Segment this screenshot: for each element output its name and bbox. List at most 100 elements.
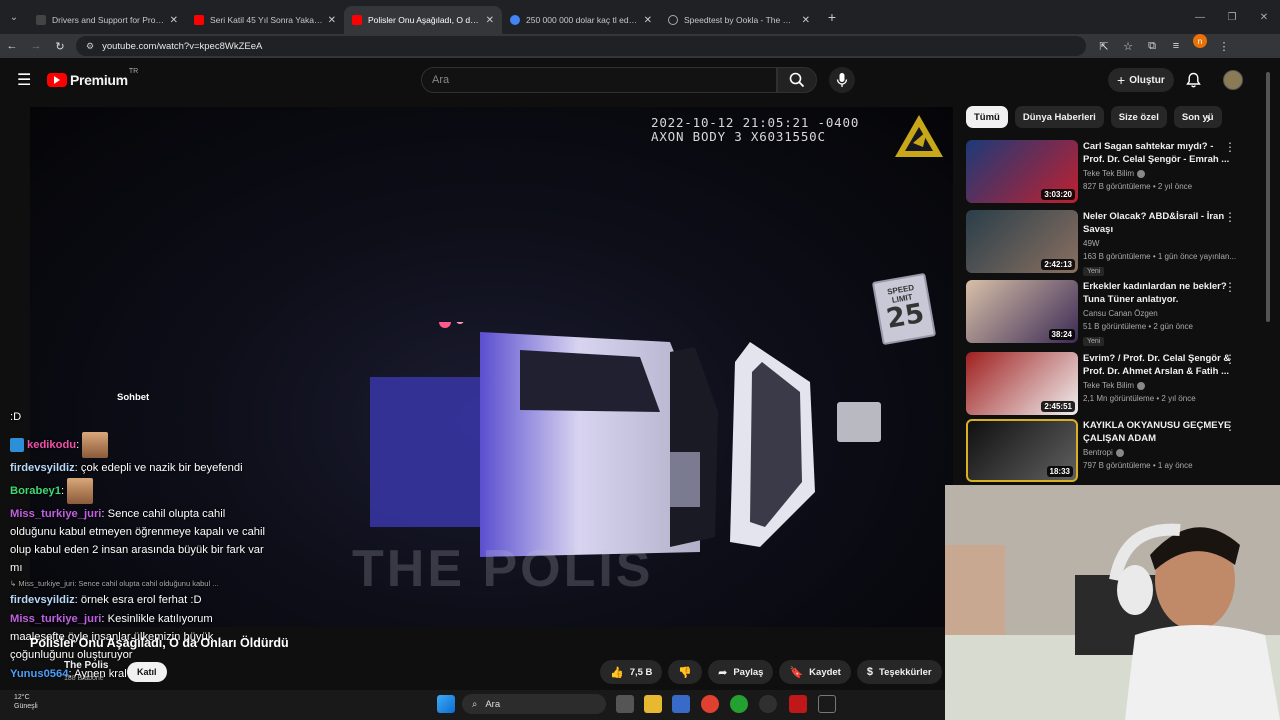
chip-recent[interactable]: Son yü [1173, 106, 1222, 128]
search-input[interactable]: Ara [421, 67, 777, 93]
channel-name: Cansu Canan Özgen [1083, 309, 1158, 318]
youtube-premium-logo[interactable]: Premium TR [47, 68, 138, 88]
account-avatar[interactable] [1223, 70, 1243, 90]
new-badge: Yeni [1083, 267, 1105, 276]
like-count: 7,5 B [629, 666, 653, 678]
video-duration: 18:33 [1046, 466, 1073, 477]
hamburger-menu-icon[interactable]: ☰ [17, 70, 33, 90]
more-options-icon[interactable]: ⋮ [1224, 280, 1236, 294]
verified-icon [1115, 448, 1124, 457]
menu-icon[interactable]: ⋮ [1212, 34, 1236, 58]
channel-name[interactable]: The Polis [64, 660, 108, 671]
taskbar-search[interactable]: ⌕ Ara [462, 694, 606, 714]
recommended-video[interactable]: 2:45:51 Evrim? / Prof. Dr. Celal Şengör … [966, 352, 1262, 416]
app-icon[interactable] [818, 695, 836, 713]
windows-start-icon[interactable] [437, 695, 455, 713]
sidebar-scrollbar[interactable] [1266, 72, 1270, 322]
recommended-video[interactable]: 18:33 KAYIKLA OKYANUSU GEÇMEYE ÇALIŞAN A… [966, 419, 1262, 483]
chrome-icon[interactable] [701, 695, 719, 713]
more-options-icon[interactable]: ⋮ [1224, 140, 1236, 154]
save-button[interactable]: 🔖 Kaydet [779, 660, 851, 684]
obs-icon[interactable] [759, 695, 777, 713]
tab-close-icon[interactable]: ✕ [170, 15, 178, 26]
task-view-icon[interactable] [616, 695, 634, 713]
dislike-button[interactable]: 👎 [668, 660, 703, 684]
store-icon[interactable] [672, 695, 690, 713]
browser-tab-speedtest[interactable]: Speedtest by Ookla - The Global ✕ [660, 6, 818, 34]
speed-limit-sign: SPEED LIMIT 25 [871, 272, 937, 346]
timestamp-device: AXON BODY 3 X6031550C [651, 129, 826, 144]
url-text: youtube.com/watch?v=kpec8WkZEeA [102, 40, 263, 52]
browser-tab-drivers[interactable]: Drivers and Support for Processors ✕ [28, 6, 186, 34]
tab-search-icon[interactable]: ⌄ [0, 0, 28, 34]
file-explorer-icon[interactable] [644, 695, 662, 713]
browser-tab-polisler[interactable]: Polisler Onu Aşağıladı, O da Onları Öldü… [344, 6, 502, 34]
media-icon[interactable]: ≡ [1164, 34, 1188, 58]
more-options-icon[interactable]: ⋮ [1224, 419, 1236, 433]
video-title: KAYIKLA OKYANUSU GEÇMEYE ÇALIŞAN ADAM [1083, 420, 1231, 444]
chat-text: örnek esra erol ferhat :D [80, 594, 202, 606]
tab-close-icon[interactable]: ✕ [328, 15, 336, 26]
create-label: Oluştur [1129, 74, 1165, 86]
video-duration: 38:24 [1048, 329, 1075, 340]
video-title: Polisler Onu Aşağıladı, O da Onları Öldü… [30, 636, 289, 650]
video-thumbnail: 3:03:20 [966, 140, 1078, 203]
video-meta: 827 B görüntüleme • 2 yıl önce [1083, 182, 1193, 191]
forward-icon[interactable]: → [24, 34, 48, 58]
profile-avatar[interactable]: n [1193, 34, 1207, 48]
new-badge: Yeni [1083, 337, 1105, 346]
chat-username: firdevsyildiz [10, 594, 75, 606]
create-button[interactable]: + Oluştur [1108, 68, 1174, 92]
youtube-favicon [352, 15, 362, 25]
channel-name: Bentropi [1083, 448, 1113, 457]
chip-for-you[interactable]: Size özel [1110, 106, 1167, 128]
more-options-icon[interactable]: ⋮ [1224, 352, 1236, 366]
verified-icon [1136, 381, 1145, 390]
minimize-icon[interactable]: — [1184, 0, 1216, 34]
install-icon[interactable]: ⇱ [1092, 34, 1116, 58]
recommended-video[interactable]: 3:03:20 Carl Sagan sahtekar mıydı? - Pro… [966, 140, 1262, 204]
extensions-icon[interactable]: ⧉ [1140, 34, 1164, 58]
chat-username: Borabey1 [10, 484, 61, 497]
thanks-button[interactable]: $ Teşekkürler [856, 660, 942, 684]
reload-icon[interactable]: ↻ [48, 34, 72, 58]
back-icon[interactable]: ← [0, 34, 24, 58]
search-button[interactable] [777, 67, 817, 93]
like-button[interactable]: 👍 7,5 B [600, 660, 663, 684]
weather-condition: Güneşli [14, 703, 38, 710]
browser-tab-dolar[interactable]: 250 000 000 dolar kaç tl eder - ✕ [502, 6, 660, 34]
search-icon [789, 72, 805, 88]
restore-icon[interactable]: ❐ [1216, 0, 1248, 34]
chevron-right-icon[interactable]: › [1206, 110, 1211, 126]
xbox-icon[interactable] [730, 695, 748, 713]
notifications-bell-icon[interactable] [1186, 72, 1201, 93]
tab-close-icon[interactable]: ✕ [644, 15, 652, 26]
voice-search-button[interactable] [829, 67, 855, 93]
chat-message: firdevsyildiz: örnek esra erol ferhat :D [10, 594, 202, 606]
tab-close-icon[interactable]: ✕ [802, 15, 810, 26]
channel-name: Teke Tek Bilim [1083, 169, 1134, 178]
join-button[interactable]: Katıl [127, 662, 167, 682]
recommended-video[interactable]: 2:42:13 Neler Olacak? ABD&İsrail - İran … [966, 210, 1262, 276]
close-window-icon[interactable]: ✕ [1248, 0, 1280, 34]
recommended-video[interactable]: 38:24 Erkekler kadınlardan ne bekler? Tu… [966, 280, 1262, 346]
chat-text: çok edepli ve nazik bir beyefendi [80, 462, 243, 474]
bodycam-timestamp: 2022-10-12 21:05:21 -0400 AXON BODY 3 X6… [651, 116, 859, 144]
distant-vehicle-image [837, 402, 881, 442]
weather-widget[interactable]: 12°C Güneşli [14, 693, 38, 711]
save-label: Kaydet [809, 666, 841, 678]
thanks-label: Teşekkürler [878, 666, 932, 678]
chip-world-news[interactable]: Dünya Haberleri [1014, 106, 1104, 128]
search-placeholder: Ara [432, 74, 450, 86]
more-options-icon[interactable]: ⋮ [1224, 210, 1236, 224]
site-info-icon[interactable]: ⚙ [86, 41, 94, 52]
amd-software-icon[interactable] [789, 695, 807, 713]
chip-all[interactable]: Tümü [966, 106, 1008, 128]
chat-username: Miss_turkiye_juri [10, 508, 102, 520]
tab-close-icon[interactable]: ✕ [486, 15, 494, 26]
bookmark-star-icon[interactable]: ☆ [1116, 34, 1140, 58]
share-button[interactable]: ➦ Paylaş [708, 660, 774, 684]
address-bar[interactable]: ⚙ youtube.com/watch?v=kpec8WkZEeA [76, 36, 1086, 56]
browser-tab-seri-katil[interactable]: Seri Katil 45 Yıl Sonra Yakalandı ✕ [186, 6, 344, 34]
new-tab-button[interactable]: + [818, 9, 846, 25]
